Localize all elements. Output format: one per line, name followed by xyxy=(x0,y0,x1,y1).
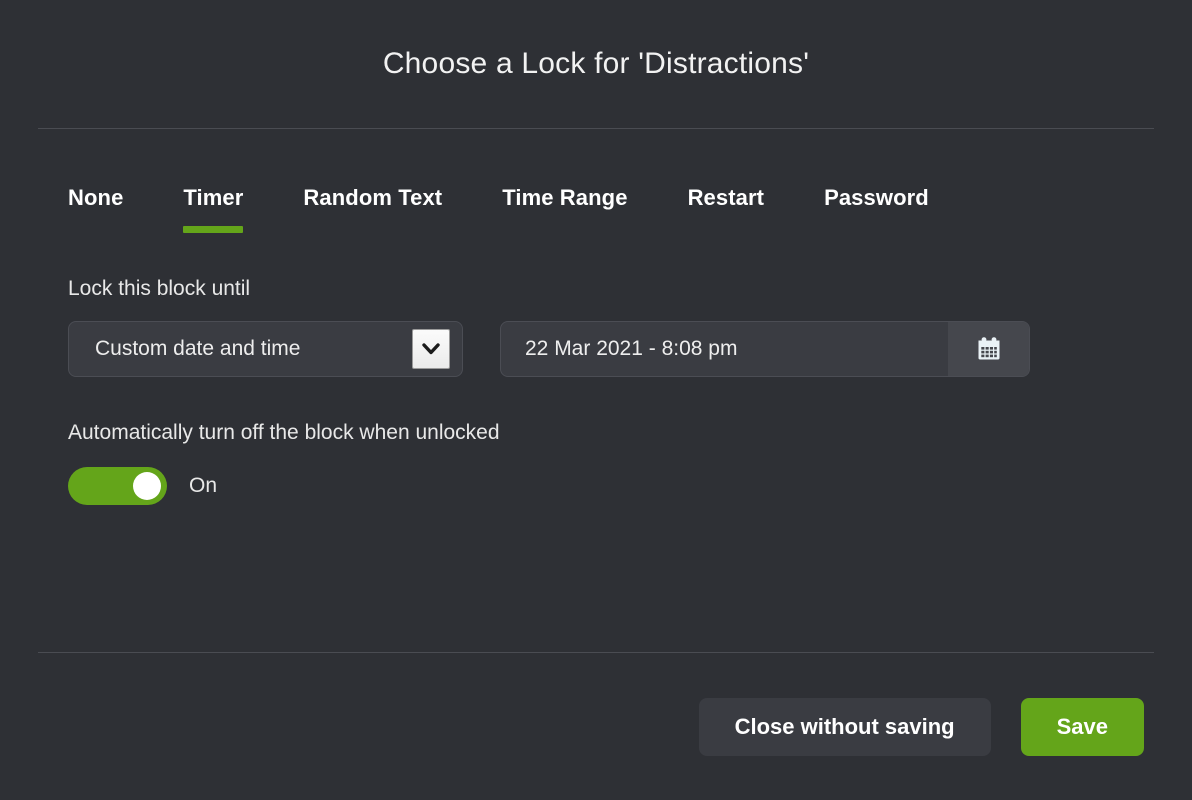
tab-timer-label: Timer xyxy=(183,185,244,210)
chevron-down-icon[interactable] xyxy=(412,329,450,369)
lock-until-date-field[interactable]: 22 Mar 2021 - 8:08 pm xyxy=(500,321,1030,377)
tab-password-label: Password xyxy=(824,185,929,210)
active-tab-indicator xyxy=(183,226,244,233)
lock-mode-select[interactable]: Custom date and time xyxy=(68,321,463,377)
auto-off-state-label: On xyxy=(189,474,218,497)
tab-none[interactable]: None xyxy=(68,185,123,233)
dialog-footer: Close without saving Save xyxy=(0,653,1192,800)
tab-restart-label: Restart xyxy=(687,185,765,210)
page-title: Choose a Lock for 'Distractions' xyxy=(382,47,810,80)
lock-until-date-value[interactable]: 22 Mar 2021 - 8:08 pm xyxy=(501,322,948,376)
calendar-icon[interactable] xyxy=(948,322,1029,376)
lock-type-tabs: None Timer Random Text Time Range Restar… xyxy=(0,129,1192,233)
lock-chooser-dialog: Choose a Lock for 'Distractions' None Ti… xyxy=(0,0,1192,800)
auto-off-label: Automatically turn off the block when un… xyxy=(68,421,500,444)
tab-time-range-label: Time Range xyxy=(502,185,628,210)
auto-off-toggle[interactable] xyxy=(68,467,167,505)
tab-restart[interactable]: Restart xyxy=(688,185,765,233)
tab-random-text-label: Random Text xyxy=(303,185,443,210)
tab-timer[interactable]: Timer xyxy=(183,185,244,233)
tab-random-text[interactable]: Random Text xyxy=(303,185,442,233)
toggle-knob xyxy=(133,472,161,500)
lock-until-label: Lock this block until xyxy=(68,277,251,300)
tab-none-label: None xyxy=(68,185,124,210)
tab-password[interactable]: Password xyxy=(824,185,929,233)
save-button[interactable]: Save xyxy=(1020,697,1144,756)
tab-time-range[interactable]: Time Range xyxy=(502,185,627,233)
lock-until-controls: Custom date and time 22 Mar 2021 - 8:08 … xyxy=(68,321,1124,377)
close-without-saving-button[interactable]: Close without saving xyxy=(698,697,991,756)
dialog-header: Choose a Lock for 'Distractions' xyxy=(0,0,1192,128)
dialog-body: Lock this block until Custom date and ti… xyxy=(0,233,1192,652)
lock-mode-select-value: Custom date and time xyxy=(95,337,301,360)
auto-off-row: On xyxy=(68,467,1124,505)
